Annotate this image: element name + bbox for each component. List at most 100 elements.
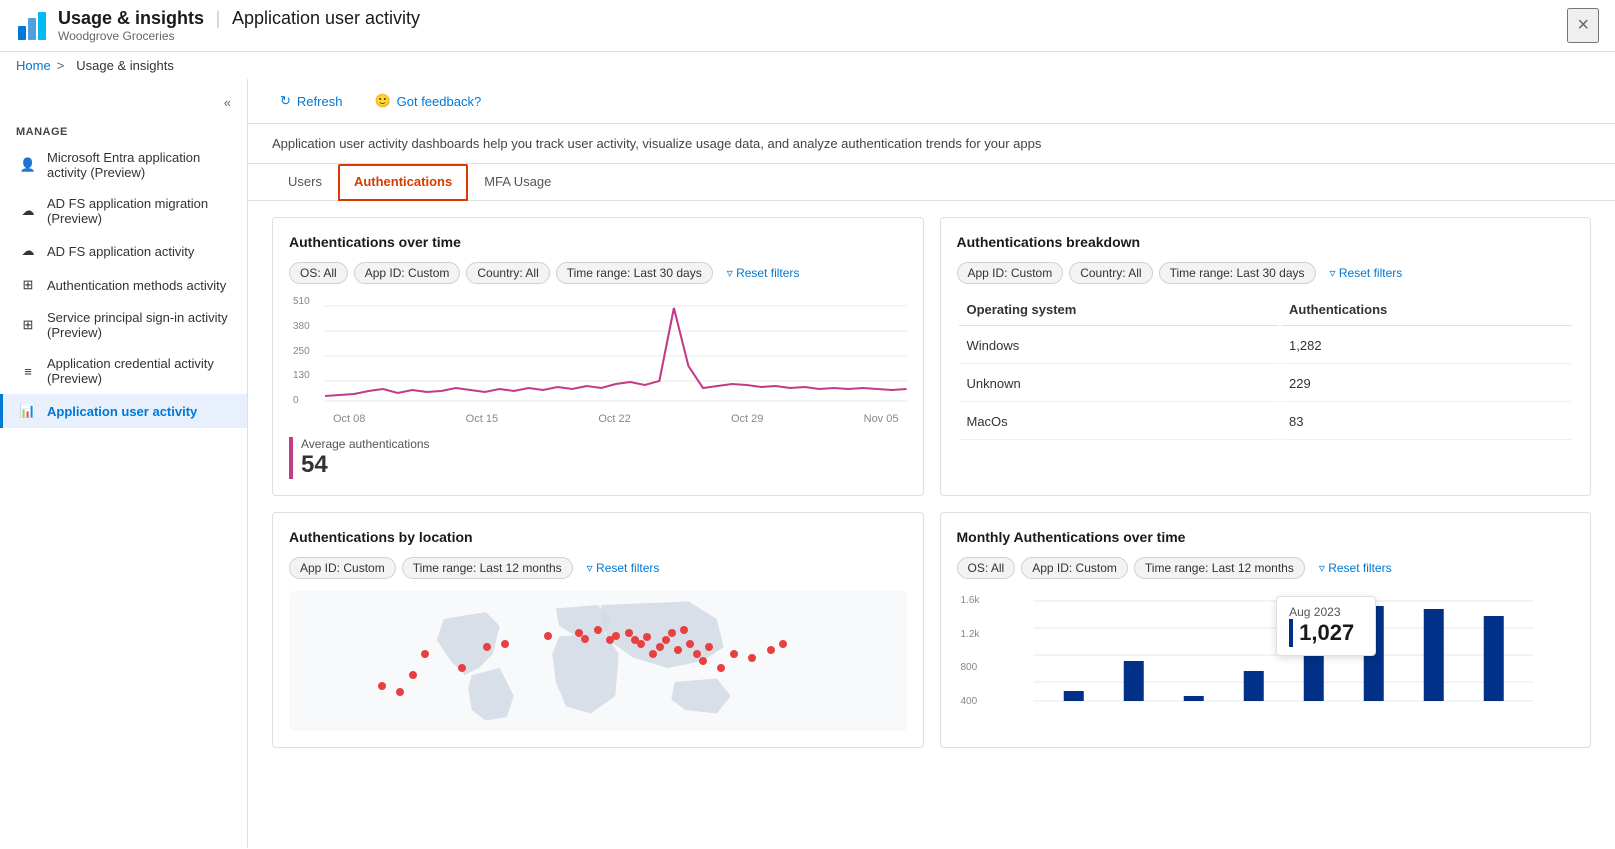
filter-chip[interactable]: OS: All bbox=[289, 262, 348, 284]
sidebar-item-service-principal[interactable]: ⊞ Service principal sign-in activity (Pr… bbox=[0, 302, 247, 348]
world-map-svg bbox=[289, 591, 907, 731]
monthly-auth-filters: OS: AllApp ID: Custom Time range: Last 12… bbox=[957, 557, 1575, 579]
sidebar-item-label: Microsoft Entra application activity (Pr… bbox=[47, 150, 231, 180]
y-labels: 510 380 250 130 0 bbox=[289, 296, 325, 406]
reset-filters-button[interactable]: ▿ Reset filters bbox=[719, 262, 808, 284]
monthly-auth-card: Monthly Authentications over time OS: Al… bbox=[940, 512, 1592, 748]
sidebar-item-label: Application user activity bbox=[47, 404, 197, 419]
filter-chip[interactable]: Time range: Last 12 months bbox=[1134, 557, 1305, 579]
sidebar-item-label: Application credential activity (Preview… bbox=[47, 356, 231, 386]
breakdown-table: Operating system Authentications Windows… bbox=[957, 296, 1575, 442]
filter-chip[interactable]: Time range: Last 12 months bbox=[402, 557, 573, 579]
map-dot bbox=[662, 636, 670, 644]
reset-filters-button[interactable]: ▿ Reset filters bbox=[579, 557, 668, 579]
auth-breakdown-filters: App ID: CustomCountry: All Time range: La… bbox=[957, 262, 1575, 284]
filter-chip[interactable]: App ID: Custom bbox=[289, 557, 396, 579]
breadcrumb-home[interactable]: Home bbox=[16, 58, 51, 73]
map-area bbox=[289, 591, 907, 731]
refresh-icon: ↻ bbox=[280, 93, 291, 109]
map-dot bbox=[643, 633, 651, 641]
map-dot bbox=[544, 632, 552, 640]
sidebar-item-adfs-activity[interactable]: ☁ AD FS application activity bbox=[0, 234, 247, 268]
map-dot bbox=[594, 626, 602, 634]
tooltip-date: Aug 2023 bbox=[1289, 605, 1363, 619]
sidebar-item-label: AD FS application migration (Preview) bbox=[47, 196, 231, 226]
map-dot bbox=[767, 646, 775, 654]
map-dot bbox=[668, 629, 676, 637]
sidebar-item-app-user-activity[interactable]: 📊 Application user activity bbox=[0, 394, 247, 428]
grid-icon: ⊞ bbox=[19, 316, 37, 334]
org-name: Woodgrove Groceries bbox=[58, 29, 1567, 43]
map-dot bbox=[637, 640, 645, 648]
map-dot bbox=[458, 664, 466, 672]
map-dot bbox=[656, 643, 664, 651]
cloud-icon: ☁ bbox=[19, 202, 37, 220]
tooltip-bar-icon bbox=[1289, 619, 1293, 647]
main-content: ↻ Refresh 🙂 Got feedback? Application us… bbox=[248, 79, 1615, 848]
sidebar-item-auth-methods[interactable]: ⊞ Authentication methods activity bbox=[0, 268, 247, 302]
map-dot bbox=[581, 635, 589, 643]
sidebar: « Manage 👤 Microsoft Entra application a… bbox=[0, 79, 248, 848]
list-icon: ≡ bbox=[19, 362, 37, 380]
sidebar-item-adfs-migration[interactable]: ☁ AD FS application migration (Preview) bbox=[0, 188, 247, 234]
app-header: Usage & insights | Application user acti… bbox=[0, 0, 1615, 52]
chart-icon: 📊 bbox=[19, 402, 37, 420]
os-cell: Windows bbox=[959, 328, 1280, 364]
close-button[interactable]: × bbox=[1567, 8, 1599, 43]
title-group: Usage & insights | Application user acti… bbox=[58, 8, 1567, 43]
avg-value: 54 bbox=[301, 451, 907, 479]
reset-filters-button[interactable]: ▿ Reset filters bbox=[1322, 262, 1411, 284]
filter-chip[interactable]: Country: All bbox=[466, 262, 549, 284]
map-dot bbox=[699, 657, 707, 665]
toolbar: ↻ Refresh 🙂 Got feedback? bbox=[248, 79, 1615, 124]
auth-over-time-title: Authentications over time bbox=[289, 234, 907, 250]
map-dot bbox=[686, 640, 694, 648]
description-text: Application user activity dashboards hel… bbox=[248, 124, 1615, 164]
avg-section: Average authentications 54 bbox=[289, 437, 907, 479]
tab-authentications[interactable]: Authentications bbox=[338, 164, 468, 201]
tab-users[interactable]: Users bbox=[272, 164, 338, 201]
feedback-button[interactable]: 🙂 Got feedback? bbox=[366, 89, 489, 113]
monthly-auth-title: Monthly Authentications over time bbox=[957, 529, 1575, 545]
map-dot bbox=[705, 643, 713, 651]
monthly-tooltip: Aug 2023 1,027 bbox=[1276, 596, 1376, 656]
breakdown-row: MacOs 83 bbox=[959, 404, 1573, 440]
map-dot bbox=[649, 650, 657, 658]
monthly-chart-wrapper: Aug 2023 1,027 1.6k 1.2k 800 400 bbox=[957, 591, 1575, 714]
auth-by-location-title: Authentications by location bbox=[289, 529, 907, 545]
sidebar-manage-label: Manage bbox=[0, 118, 247, 142]
dashboard: Authentications over time OS: AllApp ID:… bbox=[248, 201, 1615, 764]
map-dot bbox=[501, 640, 509, 648]
sidebar-item-app-credential[interactable]: ≡ Application credential activity (Previ… bbox=[0, 348, 247, 394]
filter-chip[interactable]: App ID: Custom bbox=[957, 262, 1064, 284]
reset-filters-button[interactable]: ▿ Reset filters bbox=[1311, 557, 1400, 579]
sidebar-item-label: Service principal sign-in activity (Prev… bbox=[47, 310, 231, 340]
map-dot bbox=[396, 688, 404, 696]
app-logo bbox=[16, 10, 48, 42]
filter-chip[interactable]: Country: All bbox=[1069, 262, 1152, 284]
filter-chip[interactable]: Time range: Last 30 days bbox=[1159, 262, 1316, 284]
main-layout: « Manage 👤 Microsoft Entra application a… bbox=[0, 79, 1615, 848]
filter-chip[interactable]: Time range: Last 30 days bbox=[556, 262, 713, 284]
auth-breakdown-card: Authentications breakdown App ID: Custom… bbox=[940, 217, 1592, 496]
filter-chip[interactable]: App ID: Custom bbox=[354, 262, 461, 284]
count-cell: 1,282 bbox=[1281, 328, 1572, 364]
page-title: Usage & insights | Application user acti… bbox=[58, 8, 1567, 29]
filter-chip[interactable]: App ID: Custom bbox=[1021, 557, 1128, 579]
refresh-button[interactable]: ↻ Refresh bbox=[272, 89, 350, 113]
breadcrumb-current: Usage & insights bbox=[76, 58, 174, 73]
filter-chip[interactable]: OS: All bbox=[957, 557, 1016, 579]
breadcrumb-separator: > bbox=[57, 58, 65, 73]
auth-over-time-card: Authentications over time OS: All App ID:… bbox=[272, 217, 924, 496]
person-icon: 👤 bbox=[19, 156, 37, 174]
auth-chart-container: 510 380 250 130 0 bbox=[289, 296, 907, 425]
auth-by-location-card: Authentications by location App ID: Cust… bbox=[272, 512, 924, 748]
sidebar-collapse[interactable]: « bbox=[0, 87, 247, 118]
sidebar-item-ms-entra[interactable]: 👤 Microsoft Entra application activity (… bbox=[0, 142, 247, 188]
auth-over-time-chart bbox=[325, 296, 907, 406]
os-cell: MacOs bbox=[959, 404, 1280, 440]
grid-icon: ⊞ bbox=[19, 276, 37, 294]
map-dot bbox=[717, 664, 725, 672]
tab-mfa-usage[interactable]: MFA Usage bbox=[468, 164, 567, 201]
auth-by-location-filters: App ID: Custom Time range: Last 12 months… bbox=[289, 557, 907, 579]
